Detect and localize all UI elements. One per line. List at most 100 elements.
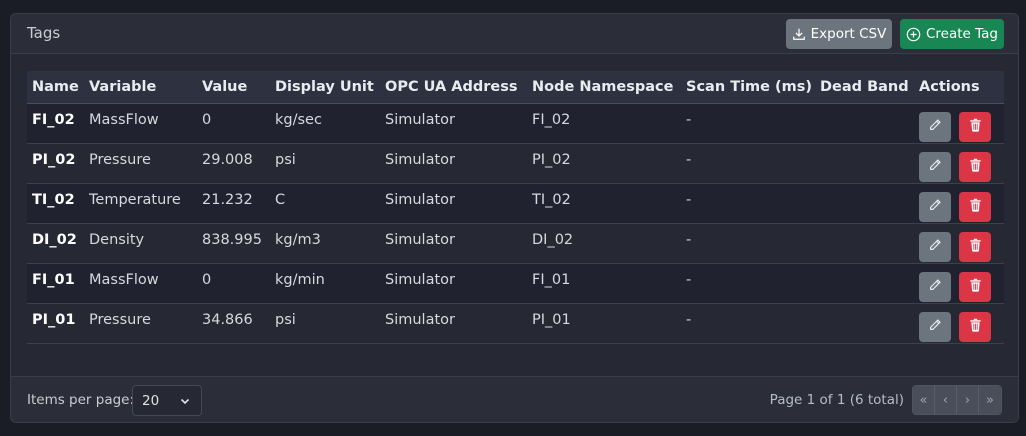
pencil-icon [928,238,942,256]
cell-value: 0 [197,103,270,144]
cell-actions [914,103,1004,144]
previous-page-button[interactable]: ‹ [935,386,957,414]
table-header-row: Name Variable Value Display Unit OPC UA … [27,71,1004,104]
cell-display-unit: psi [270,303,380,344]
edit-tag-button[interactable] [919,231,951,262]
card-title: Tags [27,24,61,42]
page-info: Page 1 of 1 (6 total) [769,392,904,408]
cell-display-unit: psi [270,143,380,184]
cell-actions [914,143,1004,184]
edit-tag-button[interactable] [919,191,951,222]
row-actions [919,271,1004,302]
create-tag-button[interactable]: Create Tag [900,19,1004,49]
cell-node-namespace: PI_01 [527,303,681,344]
trash-icon [969,278,982,296]
column-header-scan-time[interactable]: Scan Time (ms) [681,71,815,104]
edit-tag-button[interactable] [919,151,951,182]
pencil-icon [928,158,942,176]
items-per-page-label: Items per page: [27,392,135,408]
tags-card: Tags Export CSV Create Tag Name Variable… [10,13,1019,423]
cell-value: 21.232 [197,183,270,224]
delete-tag-button[interactable] [959,151,991,182]
cell-variable: Density [84,223,197,264]
cell-node-namespace: TI_02 [527,183,681,224]
table-row: TI_02 Temperature 21.232 C Simulator TI_02- [27,183,1004,224]
table-row: PI_02 Pressure 29.008 psi Simulator PI_02- [27,143,1004,184]
cell-opc-ua-address: Simulator [380,103,527,144]
cell-scan-time: - [681,183,815,224]
column-header-name[interactable]: Name [27,71,84,104]
column-header-opc-ua-address[interactable]: OPC UA Address [380,71,527,104]
download-icon [792,27,806,41]
trash-icon [969,118,982,136]
cell-name: PI_02 [27,143,84,184]
cell-dead-band [815,263,914,304]
cell-name: FI_01 [27,263,84,304]
column-header-value[interactable]: Value [197,71,270,104]
table-row: FI_02 MassFlow 0 kg/sec Simulator FI_02- [27,103,1004,144]
next-page-button[interactable]: › [957,386,979,414]
cell-scan-time: - [681,263,815,304]
pencil-icon [928,278,942,296]
plus-circle-icon [906,27,921,42]
edit-tag-button[interactable] [919,271,951,302]
column-header-variable[interactable]: Variable [84,71,197,104]
column-header-display-unit[interactable]: Display Unit [270,71,380,104]
delete-tag-button[interactable] [959,191,991,222]
trash-icon [969,158,982,176]
card-footer: Items per page: 20 Page 1 of 1 (6 total)… [11,376,1018,422]
create-tag-label: Create Tag [925,26,998,42]
cell-opc-ua-address: Simulator [380,223,527,264]
cell-display-unit: C [270,183,380,224]
cell-dead-band [815,103,914,144]
cell-actions [914,223,1004,264]
edit-tag-button[interactable] [919,311,951,342]
export-csv-button[interactable]: Export CSV [786,19,892,49]
edit-tag-button[interactable] [919,111,951,142]
table-row: DI_02 Density 838.995 kg/m3 Simulator DI_02- [27,223,1004,264]
chevron-down-icon [179,395,191,411]
delete-tag-button[interactable] [959,271,991,302]
last-page-button[interactable]: » [979,386,1001,414]
table-row: PI_01 Pressure 34.866 psi Simulator PI_01- [27,303,1004,344]
delete-tag-button[interactable] [959,111,991,142]
delete-tag-button[interactable] [959,231,991,262]
trash-icon [969,318,982,336]
delete-tag-button[interactable] [959,311,991,342]
row-actions [919,231,1004,262]
cell-dead-band [815,303,914,344]
cell-node-namespace: DI_02 [527,223,681,264]
cell-opc-ua-address: Simulator [380,183,527,224]
cell-scan-time: - [681,103,815,144]
cell-value: 34.866 [197,303,270,344]
row-actions [919,191,1004,222]
pencil-icon [928,198,942,216]
cell-variable: MassFlow [84,263,197,304]
cell-node-namespace: FI_02 [527,103,681,144]
export-csv-label: Export CSV [810,26,887,42]
items-per-page-select[interactable]: 20 [132,385,202,416]
cell-node-namespace: FI_01 [527,263,681,304]
pagination: « ‹ › » [912,385,1002,415]
cell-dead-band [815,143,914,184]
cell-value: 838.995 [197,223,270,264]
cell-dead-band [815,223,914,264]
trash-icon [969,198,982,216]
cell-name: TI_02 [27,183,84,224]
row-actions [919,311,1004,342]
cell-display-unit: kg/sec [270,103,380,144]
first-page-button[interactable]: « [913,386,935,414]
cell-value: 0 [197,263,270,304]
cell-scan-time: - [681,223,815,264]
cell-scan-time: - [681,143,815,184]
cell-variable: Pressure [84,303,197,344]
column-header-node-namespace[interactable]: Node Namespace [527,71,681,104]
cell-name: FI_02 [27,103,84,144]
cell-name: PI_01 [27,303,84,344]
column-header-actions: Actions [914,71,1004,104]
cell-node-namespace: PI_02 [527,143,681,184]
column-header-dead-band[interactable]: Dead Band [815,71,914,104]
tags-table: Name Variable Value Display Unit OPC UA … [27,71,1004,344]
cell-display-unit: kg/m3 [270,223,380,264]
items-per-page-value: 20 [142,393,160,409]
